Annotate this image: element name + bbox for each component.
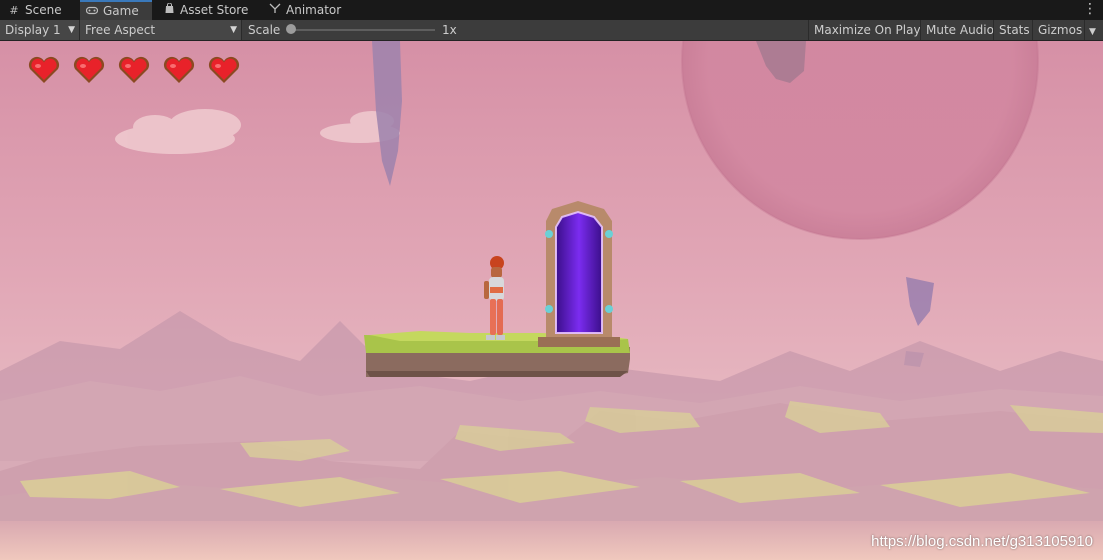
scale-slider-handle[interactable] (286, 24, 296, 34)
heart-icon (207, 55, 241, 85)
tab-scene[interactable]: # Scene (2, 0, 80, 20)
heart-icon (162, 55, 196, 85)
more-options-icon[interactable]: ⋮ (1083, 0, 1097, 18)
scene-grid-icon: # (9, 4, 19, 17)
stats-toggle[interactable]: Stats (993, 20, 1035, 40)
maximize-on-play-toggle[interactable]: Maximize On Play (808, 20, 926, 40)
aspect-dropdown[interactable]: Free Aspect ▼ (80, 20, 242, 40)
display-dropdown-label: Display 1 (5, 23, 61, 37)
game-view-toolbar: Display 1 ▼ Free Aspect ▼ Scale 1x Maxim… (0, 20, 1103, 41)
chevron-down-icon: ▼ (1089, 27, 1096, 37)
game-scene (0, 41, 1103, 560)
heart-icon (27, 55, 61, 85)
gizmos-label: Gizmos (1038, 23, 1083, 37)
watermark-url: https://blog.csdn.net/g313105910 (871, 533, 1093, 550)
tab-animator[interactable]: Animator (263, 0, 353, 20)
tab-scene-label: Scene (25, 3, 62, 17)
animator-icon (269, 1, 281, 21)
editor-tab-bar: # Scene Game Asset Store Animator ⋮ (0, 0, 1103, 21)
tab-asset-store[interactable]: Asset Store (157, 0, 257, 20)
chevron-down-icon: ▼ (230, 25, 237, 35)
display-dropdown[interactable]: Display 1 ▼ (0, 20, 80, 40)
tab-game-label: Game (103, 4, 139, 18)
tab-asset-store-label: Asset Store (180, 3, 249, 17)
heart-icon (72, 55, 106, 85)
heart-icon (117, 55, 151, 85)
tab-game[interactable]: Game (80, 0, 152, 20)
gamepad-icon (85, 3, 99, 21)
scale-slider-track[interactable] (289, 29, 435, 31)
gizmos-dropdown[interactable]: ▼ (1084, 20, 1103, 40)
scale-label: Scale (248, 23, 281, 37)
game-viewport[interactable]: https://blog.csdn.net/g313105910 (0, 41, 1103, 560)
asset-store-bag-icon (163, 1, 175, 21)
aspect-dropdown-label: Free Aspect (85, 23, 156, 37)
chevron-down-icon: ▼ (68, 25, 75, 35)
tab-animator-label: Animator (286, 3, 342, 17)
gizmos-toggle[interactable]: Gizmos (1032, 20, 1084, 40)
mute-audio-toggle[interactable]: Mute Audio (920, 20, 999, 40)
scale-value: 1x (442, 23, 457, 37)
